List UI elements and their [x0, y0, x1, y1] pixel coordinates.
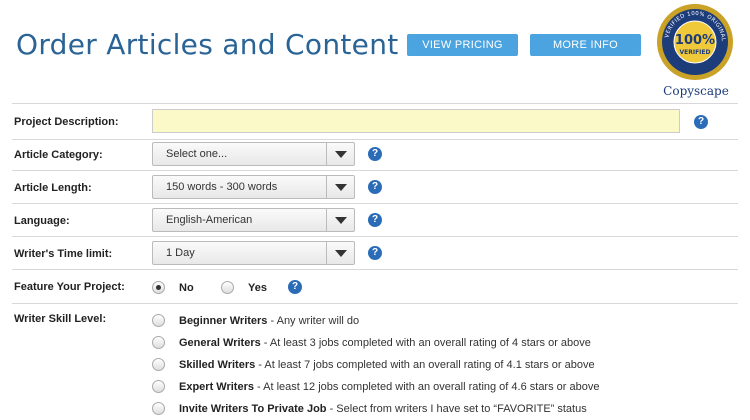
skill-expert-radio[interactable]: [152, 380, 165, 393]
chevron-down-icon: [335, 250, 347, 257]
article-length-select[interactable]: 150 words - 300 words: [152, 175, 355, 199]
help-icon[interactable]: ?: [288, 280, 302, 294]
feature-yes-label: Yes: [248, 282, 267, 294]
time-limit-label: Writer's Time limit:: [14, 248, 113, 260]
skill-option-label: Expert Writers - At least 12 jobs comple…: [179, 381, 600, 393]
chevron-down-icon: [335, 217, 347, 224]
copyscape-seal-icon[interactable]: 100% VERIFIED VERIFIED 100% ORIGINAL COP…: [653, 2, 737, 92]
project-description-label: Project Description:: [14, 116, 119, 128]
writer-skill-label: Writer Skill Level:: [14, 313, 107, 325]
skill-option-label: Beginner Writers - Any writer will do: [179, 315, 360, 327]
select-value: English-American: [166, 214, 253, 226]
divider: [12, 303, 738, 304]
skill-beginner-radio[interactable]: [152, 314, 165, 327]
more-info-button[interactable]: MORE INFO: [530, 34, 641, 56]
article-category-select[interactable]: Select one...: [152, 142, 355, 166]
skill-option-label: General Writers - At least 3 jobs comple…: [179, 337, 591, 349]
help-icon[interactable]: ?: [368, 213, 382, 227]
help-icon[interactable]: ?: [368, 180, 382, 194]
skill-general-radio[interactable]: [152, 336, 165, 349]
select-value: 1 Day: [166, 247, 195, 259]
help-icon[interactable]: ?: [368, 246, 382, 260]
divider: [12, 170, 738, 171]
seal-badge-text: 100%: [675, 33, 715, 48]
divider: [12, 203, 738, 204]
feature-yes-radio[interactable]: [221, 281, 234, 294]
time-limit-select[interactable]: 1 Day: [152, 241, 355, 265]
skill-skilled-radio[interactable]: [152, 358, 165, 371]
divider: [12, 139, 738, 140]
project-description-input[interactable]: [152, 109, 680, 133]
skill-private-radio[interactable]: [152, 402, 165, 415]
seal-brand: Copyscape: [663, 84, 729, 98]
help-icon[interactable]: ?: [694, 115, 708, 129]
help-icon[interactable]: ?: [368, 147, 382, 161]
view-pricing-button[interactable]: VIEW PRICING: [407, 34, 518, 56]
seal-badge-sub: VERIFIED: [679, 49, 710, 56]
chevron-down-icon: [335, 184, 347, 191]
select-value: Select one...: [166, 148, 228, 160]
chevron-down-icon: [335, 151, 347, 158]
language-select[interactable]: English-American: [152, 208, 355, 232]
divider: [12, 103, 738, 104]
divider: [12, 236, 738, 237]
page-title: Order Articles and Content: [16, 28, 399, 61]
select-value: 150 words - 300 words: [166, 181, 278, 193]
feature-project-label: Feature Your Project:: [14, 281, 125, 293]
skill-option-label: Invite Writers To Private Job - Select f…: [179, 403, 587, 415]
article-length-label: Article Length:: [14, 182, 92, 194]
feature-no-label: No: [179, 282, 194, 294]
skill-option-label: Skilled Writers - At least 7 jobs comple…: [179, 359, 595, 371]
feature-no-radio[interactable]: [152, 281, 165, 294]
divider: [12, 269, 738, 270]
article-category-label: Article Category:: [14, 149, 103, 161]
language-label: Language:: [14, 215, 70, 227]
